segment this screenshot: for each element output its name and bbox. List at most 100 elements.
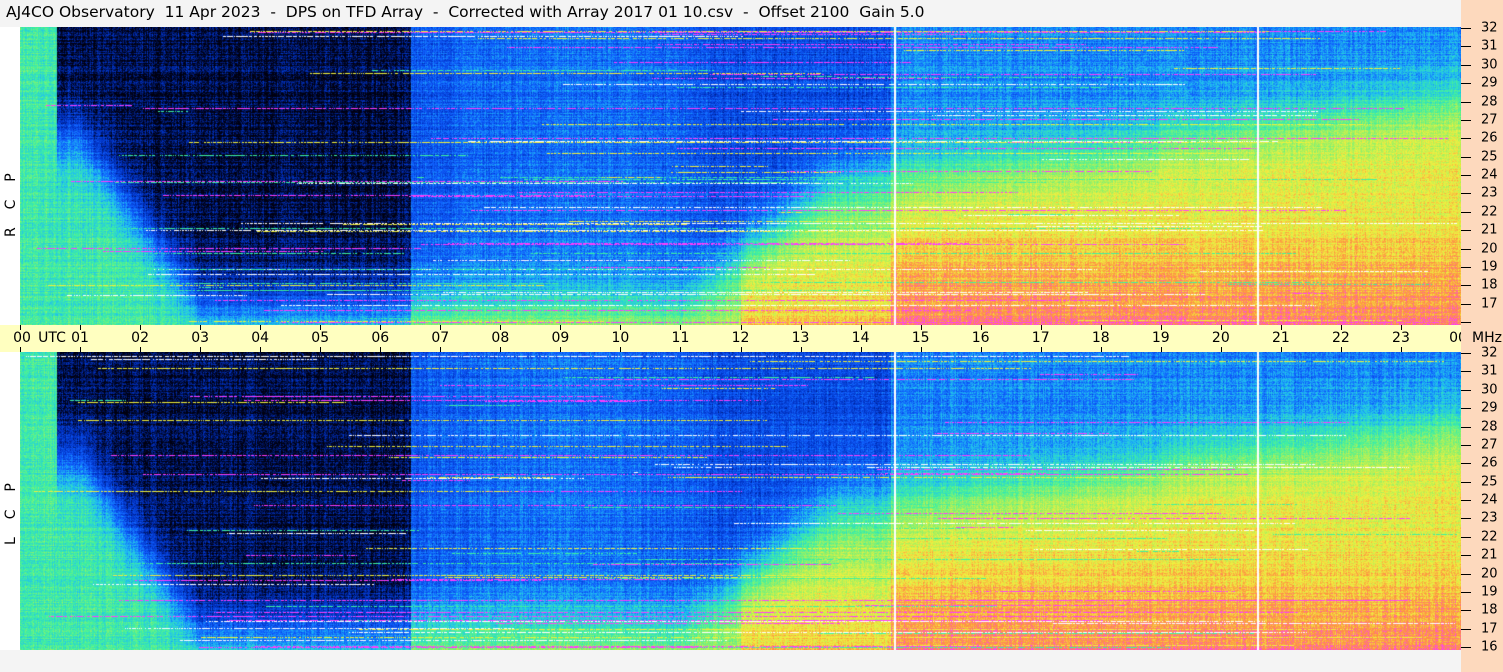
- x-tick-label: 12: [731, 330, 750, 346]
- mhz-label: MHz: [1472, 330, 1502, 346]
- x-tick: [260, 325, 262, 330]
- x-tick-label: 23: [1392, 330, 1410, 346]
- y-tick: [1461, 573, 1471, 575]
- y-tick: [1461, 230, 1471, 232]
- y-tick: [1461, 156, 1471, 158]
- y-tick-label: 21: [1481, 547, 1498, 563]
- chart-title: AJ4CO Observatory 11 Apr 2023 - DPS on T…: [6, 3, 925, 21]
- x-tick: [1400, 347, 1402, 352]
- y-tick: [1461, 408, 1471, 410]
- y-tick-label: 19: [1481, 584, 1498, 600]
- x-tick-label: 11: [671, 330, 690, 346]
- y-tick-label: 26: [1481, 455, 1498, 471]
- x-tick: [1160, 325, 1162, 330]
- x-tick: [980, 325, 982, 330]
- rcp-side: R C P: [0, 27, 20, 325]
- y-tick-label: 22: [1481, 529, 1498, 545]
- y-tick: [1461, 591, 1471, 593]
- x-tick: [140, 325, 142, 330]
- x-tick: [200, 347, 202, 352]
- rcp-spectrogram: [20, 27, 1461, 325]
- y-tick-label: 17: [1481, 296, 1498, 312]
- y-tick-label: 25: [1481, 149, 1498, 165]
- y-tick: [1461, 389, 1471, 391]
- x-tick: [320, 325, 322, 330]
- x-tick: [380, 347, 382, 352]
- lcp-spectrogram: [20, 352, 1461, 650]
- y-tick-label: 25: [1481, 474, 1498, 490]
- x-tick-label: 08: [491, 330, 510, 346]
- y-tick: [1461, 119, 1471, 121]
- y-tick-label: 24: [1481, 167, 1498, 183]
- x-tick: [680, 325, 682, 330]
- y-tick-label: 21: [1481, 222, 1498, 238]
- x-tick-label: 05: [311, 330, 330, 346]
- time-axis: 00 01 02 03 04 05 06 07 08 09 10 11 12 13 14 15 16 17 18 19…: [0, 325, 1467, 352]
- y-tick: [1461, 248, 1471, 250]
- y-tick: [1461, 536, 1471, 538]
- x-tick-label: 15: [911, 330, 930, 346]
- y-tick: [1461, 322, 1471, 323]
- x-tick: [260, 347, 262, 352]
- x-tick: [1400, 325, 1402, 330]
- y-tick: [1461, 138, 1471, 140]
- y-tick-label: 29: [1481, 75, 1498, 91]
- x-tick-label: 09: [551, 330, 570, 346]
- x-tick: [1340, 325, 1342, 330]
- y-tick: [1461, 193, 1471, 195]
- lcp-label: L C P: [3, 480, 19, 545]
- y-tick: [1461, 175, 1471, 176]
- y-tick: [1461, 211, 1471, 213]
- x-tick: [680, 347, 682, 352]
- x-tick-label: 18: [1091, 330, 1110, 346]
- y-tick-label: 17: [1481, 621, 1498, 637]
- y-tick-label: 23: [1481, 510, 1498, 526]
- x-tick-label: 17: [1031, 330, 1050, 346]
- x-tick-label: 06: [371, 330, 390, 346]
- x-tick: [920, 347, 922, 352]
- x-tick-label: 19: [1151, 330, 1170, 346]
- x-tick: [1220, 325, 1222, 330]
- y-tick: [1461, 647, 1471, 648]
- x-tick: [140, 347, 142, 352]
- y-tick: [1461, 444, 1471, 446]
- x-tick-label: 04: [251, 330, 270, 346]
- x-tick: [80, 347, 82, 352]
- x-tick-label: 21: [1271, 330, 1290, 346]
- y-tick-label: 26: [1481, 130, 1498, 146]
- lcp-heatmap: [20, 352, 1461, 650]
- x-tick-label: 03: [191, 330, 210, 346]
- y-tick: [1461, 518, 1471, 520]
- spectrogram-window: AJ4CO Observatory 11 Apr 2023 - DPS on T…: [0, 0, 1503, 672]
- x-tick: [1220, 347, 1222, 352]
- x-tick: [1040, 347, 1042, 352]
- x-tick: [1160, 347, 1162, 352]
- x-tick-label: 00: [13, 330, 31, 346]
- x-tick: [800, 347, 802, 352]
- x-tick: [860, 325, 862, 330]
- x-tick: [560, 325, 562, 330]
- utc-label: UTC: [38, 330, 66, 346]
- x-tick: [1280, 325, 1282, 330]
- x-tick-label: 10: [611, 330, 630, 346]
- x-tick: [440, 325, 442, 330]
- x-tick: [200, 325, 202, 330]
- x-tick: [1340, 347, 1342, 352]
- x-tick-label: 16: [971, 330, 990, 346]
- x-tick-label: 20: [1211, 330, 1230, 346]
- x-tick: [980, 347, 982, 352]
- y-tick: [1461, 610, 1471, 612]
- y-tick: [1461, 481, 1471, 483]
- y-tick: [1461, 353, 1471, 354]
- y-tick: [1461, 83, 1471, 85]
- y-tick-label: 28: [1481, 419, 1498, 434]
- y-tick-label: 30: [1481, 57, 1498, 73]
- rcp-label: R C P: [3, 170, 19, 237]
- x-tick-label: 07: [431, 330, 450, 346]
- x-tick-label: 22: [1331, 330, 1350, 346]
- y-tick-label: 20: [1481, 566, 1498, 581]
- y-tick-label: 28: [1481, 94, 1498, 109]
- x-tick: [860, 347, 862, 352]
- x-tick: [560, 347, 562, 352]
- x-tick-label: 13: [791, 330, 810, 346]
